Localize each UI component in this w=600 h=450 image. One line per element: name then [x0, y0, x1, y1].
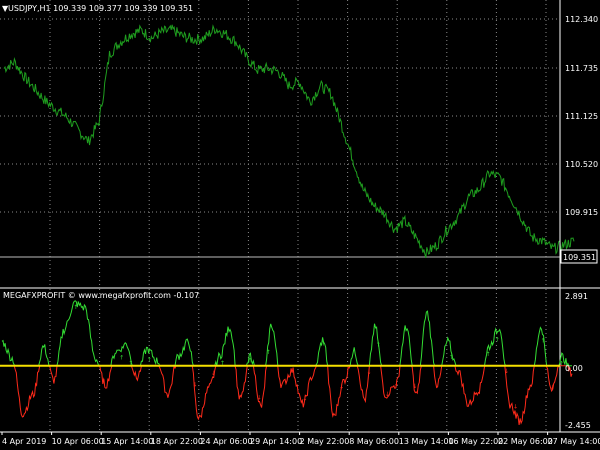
down-arrow-icon: ↓: [302, 395, 307, 402]
down-arrow-icon: ↓: [550, 384, 555, 391]
up-arrow-icon: ↑: [495, 336, 500, 343]
price-tick: 110.520: [565, 160, 598, 169]
price-tick: 111.735: [565, 64, 598, 73]
price-tick: 109.915: [565, 208, 598, 217]
down-arrow-icon: ↓: [257, 395, 262, 402]
down-arrow-icon: ↓: [192, 381, 197, 388]
up-arrow-icon: ↑: [220, 360, 225, 367]
up-arrow-icon: ↑: [376, 341, 381, 348]
down-arrow-icon: ↓: [101, 377, 106, 384]
down-arrow-icon: ↓: [385, 391, 390, 398]
down-arrow-icon: ↓: [211, 370, 216, 377]
collapse-arrow-icon[interactable]: ▼: [2, 4, 9, 13]
time-label: 18 Apr 22:00: [151, 437, 203, 446]
time-label: 15 Apr 14:00: [101, 437, 153, 446]
price-tick: 112.340: [565, 15, 598, 24]
indicator-tick: -2.455: [565, 421, 591, 430]
up-arrow-icon: ↑: [266, 349, 271, 356]
price-tick: 111.125: [565, 112, 598, 121]
indicator-title: MEGAFXPROFIT © www.megafxprofit.com -0.1…: [3, 291, 199, 300]
time-label: 22 May 06:00: [498, 437, 553, 446]
price-panel-title: USDJPY,H1 109.339 109.377 109.339 109.35…: [8, 4, 193, 13]
indicator-tick: 2.891: [565, 292, 588, 301]
time-label: 10 Apr 06:00: [52, 437, 104, 446]
down-arrow-icon: ↓: [339, 384, 344, 391]
up-arrow-icon: ↑: [540, 338, 545, 345]
up-arrow-icon: ↑: [449, 354, 454, 361]
up-arrow-icon: ↑: [247, 357, 252, 364]
down-arrow-icon: ↓: [412, 383, 417, 390]
time-label: 4 Apr 2019: [2, 437, 46, 446]
time-label: 2 May 22:00: [300, 437, 350, 446]
down-arrow-icon: ↓: [504, 368, 509, 375]
down-arrow-icon: ↓: [366, 369, 371, 376]
trading-chart[interactable]: USDJPY,H1 109.339 109.377 109.339 109.35…: [0, 0, 600, 450]
time-label: 8 May 06:00: [349, 437, 399, 446]
time-label: 29 Apr 14:00: [250, 437, 302, 446]
up-arrow-icon: ↑: [321, 340, 326, 347]
up-arrow-icon: ↑: [486, 351, 491, 358]
down-arrow-icon: ↓: [394, 381, 399, 388]
up-arrow-icon: ↑: [128, 360, 133, 367]
time-label: 24 Apr 06:00: [200, 437, 252, 446]
time-label: 16 May 22:00: [448, 437, 503, 446]
up-arrow-icon: ↑: [559, 360, 564, 367]
time-label: 27 May 14:00: [548, 437, 600, 446]
time-label: 13 May 14:00: [399, 437, 454, 446]
indicator-tick: 0.00: [565, 364, 583, 373]
up-arrow-icon: ↑: [73, 304, 78, 311]
current-price-label: 109.351: [563, 253, 596, 262]
down-arrow-icon: ↓: [513, 404, 518, 411]
up-arrow-icon: ↑: [119, 355, 124, 362]
up-arrow-icon: ↑: [147, 356, 152, 363]
